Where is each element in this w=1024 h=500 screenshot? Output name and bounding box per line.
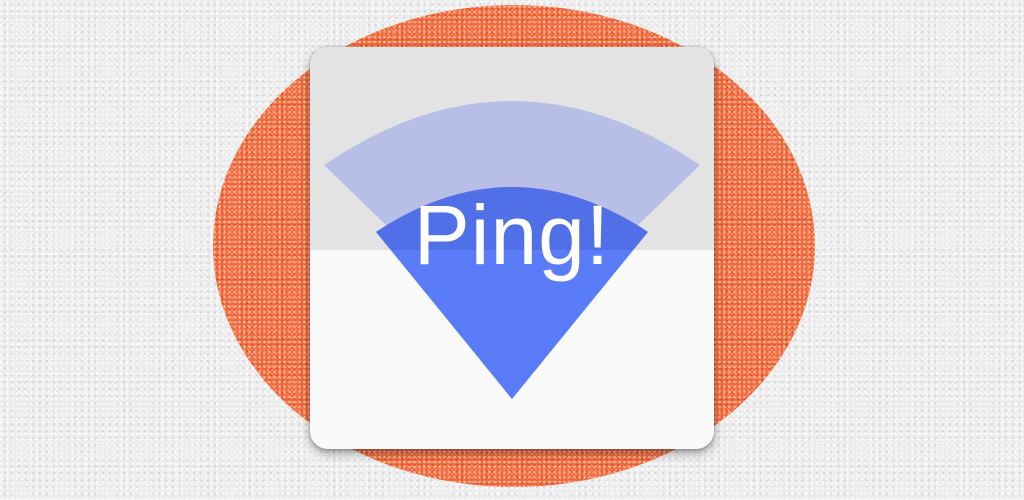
app-title: Ping!: [413, 188, 611, 282]
app-icon-tile: Ping!: [310, 47, 714, 449]
feature-graphic: Ping!: [0, 0, 1024, 500]
